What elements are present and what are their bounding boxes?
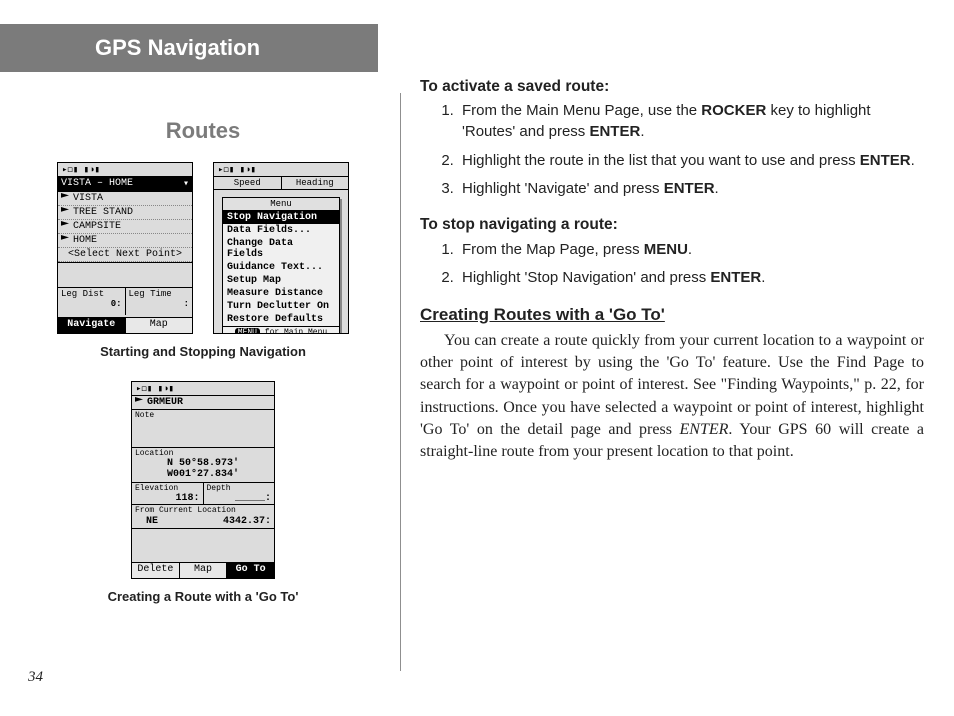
note-field — [132, 420, 274, 448]
bearing-value: NE — [135, 516, 169, 527]
heading-label: Heading — [282, 177, 349, 189]
step: Highlight 'Stop Navigation' and press EN… — [458, 268, 924, 289]
speed-label: Speed — [214, 177, 282, 189]
location-label: Location — [132, 448, 274, 458]
list-item: VISTA — [58, 192, 192, 206]
list-item: HOME — [58, 234, 192, 248]
step: From the Map Page, press MENU. — [458, 240, 924, 261]
map-button[interactable]: Map — [180, 563, 228, 578]
location-value: N 50°58.973' W001°27.834' — [132, 458, 274, 483]
caption-starting-stopping: Starting and Stopping Navigation — [28, 344, 378, 359]
leg-dist-label: Leg Dist — [61, 289, 122, 299]
elev-depth-row: Elevation 118: Depth _____: — [132, 483, 274, 505]
stats-row: Leg Dist 0: Leg Time : — [58, 287, 192, 315]
goto-button[interactable]: Go To — [227, 563, 274, 578]
left-column: Routes ▸◻▮ ▮◑▮ VISTA – HOME▾ VISTA TREE … — [28, 90, 378, 604]
leg-dist-value: 0: — [61, 299, 122, 309]
depth-label: Depth — [204, 483, 275, 493]
screenshot-waypoint-detail: ▸◻▮ ▮◑▮ GRMEUR Note Location N 50°58.973… — [131, 381, 275, 579]
menu-item[interactable]: Measure Distance — [223, 287, 339, 300]
depth-value: _____: — [204, 493, 275, 504]
distance-value: 4342.37: — [169, 516, 271, 527]
leg-time-value: : — [129, 299, 190, 309]
softkey-row: Navigate Map — [58, 317, 192, 333]
softkey-row: Delete Map Go To — [132, 562, 274, 578]
status-bar: ▸◻▮ ▮◑▮ — [132, 382, 274, 396]
screenshots-row-1: ▸◻▮ ▮◑▮ VISTA – HOME▾ VISTA TREE STAND C… — [28, 162, 378, 334]
elevation-label: Elevation — [132, 483, 203, 493]
stop-lead: To stop navigating a route: — [420, 214, 924, 235]
column-divider — [400, 93, 401, 671]
goto-body: You can create a route quickly from your… — [420, 330, 924, 462]
waypoint-name-row: GRMEUR — [132, 396, 274, 410]
menu-key-pill: MENU — [235, 328, 260, 334]
menu-item[interactable]: Turn Declutter On — [223, 300, 339, 313]
navigate-button[interactable]: Navigate — [58, 318, 126, 333]
goto-heading: Creating Routes with a 'Go To' — [420, 303, 924, 326]
delete-button[interactable]: Delete — [132, 563, 180, 578]
leg-time-label: Leg Time — [129, 289, 190, 299]
menu-footer: MENU for Main Menu — [223, 326, 339, 334]
route-name-bar: VISTA – HOME▾ — [58, 177, 192, 192]
flag-icon — [61, 235, 69, 243]
waypoint-list: VISTA TREE STAND CAMPSITE HOME <Select N… — [58, 192, 192, 263]
list-item: TREE STAND — [58, 206, 192, 220]
map-button[interactable]: Map — [126, 318, 193, 333]
menu-item[interactable]: Restore Defaults — [223, 313, 339, 326]
flag-icon — [135, 397, 143, 405]
section-title: Routes — [28, 118, 378, 144]
list-item: <Select Next Point> — [58, 248, 192, 262]
popup-menu: Menu Stop Navigation Data Fields... Chan… — [222, 197, 340, 334]
screenshot-route-list: ▸◻▮ ▮◑▮ VISTA – HOME▾ VISTA TREE STAND C… — [57, 162, 193, 334]
flag-icon — [61, 221, 69, 229]
elevation-value: 118: — [132, 493, 203, 504]
screenshots-row-2: ▸◻▮ ▮◑▮ GRMEUR Note Location N 50°58.973… — [28, 381, 378, 579]
screenshot-map-menu: ▸◻▮ ▮◑▮ Speed Heading Menu Stop Navigati… — [213, 162, 349, 334]
bearing-distance-row: NE 4342.37: — [132, 515, 274, 529]
stop-steps: From the Map Page, press MENU. Highlight… — [420, 240, 924, 289]
from-current-label: From Current Location — [132, 505, 274, 515]
flag-icon — [61, 193, 69, 201]
activate-steps: From the Main Menu Page, use the ROCKER … — [420, 101, 924, 200]
step: From the Main Menu Page, use the ROCKER … — [458, 101, 924, 142]
page-number: 34 — [28, 669, 43, 686]
menu-title: Menu — [223, 198, 339, 211]
menu-item[interactable]: Guidance Text... — [223, 261, 339, 274]
step: Highlight 'Navigate' and press ENTER. — [458, 179, 924, 200]
header-title: GPS Navigation — [95, 35, 260, 61]
step: Highlight the route in the list that you… — [458, 151, 924, 172]
menu-item-stop-navigation[interactable]: Stop Navigation — [223, 211, 339, 224]
right-column: To activate a saved route: From the Main… — [420, 76, 924, 463]
list-item: CAMPSITE — [58, 220, 192, 234]
data-fields-row: Speed Heading — [214, 177, 348, 190]
note-label: Note — [132, 410, 274, 420]
status-bar: ▸◻▮ ▮◑▮ — [214, 163, 348, 177]
caption-goto: Creating a Route with a 'Go To' — [28, 589, 378, 604]
status-bar: ▸◻▮ ▮◑▮ — [58, 163, 192, 177]
flag-icon — [61, 207, 69, 215]
menu-item[interactable]: Setup Map — [223, 274, 339, 287]
header-bar: GPS Navigation — [0, 24, 378, 72]
menu-item[interactable]: Change Data Fields — [223, 237, 339, 261]
activate-lead: To activate a saved route: — [420, 76, 924, 97]
menu-item[interactable]: Data Fields... — [223, 224, 339, 237]
